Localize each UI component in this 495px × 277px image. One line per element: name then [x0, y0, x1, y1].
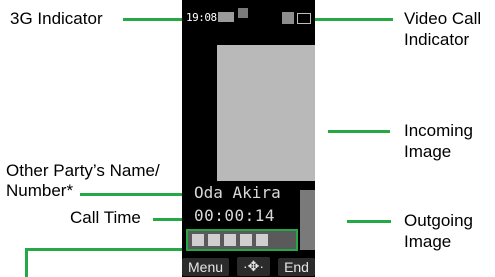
- callout-line-other-party: [80, 193, 190, 196]
- label-call-time: Call Time: [70, 208, 141, 227]
- call-time-readout: 00:00:14: [194, 206, 276, 225]
- outgoing-image: [300, 190, 315, 250]
- icon-e: [256, 234, 268, 246]
- callout-line-icons-horiz: [25, 248, 200, 251]
- label-incoming-2: Image: [404, 142, 452, 161]
- callout-line-incoming: [328, 130, 390, 133]
- icon-c: [224, 234, 236, 246]
- video-call-icon: [282, 12, 294, 24]
- callout-line-outgoing: [347, 220, 391, 223]
- label-incoming: Incoming: [404, 121, 473, 140]
- caller-name: Oda Akira: [194, 183, 281, 202]
- incoming-image: [217, 45, 315, 181]
- 3g-icon: [238, 8, 248, 18]
- label-video-call: Video Call: [404, 9, 482, 28]
- signal-icon: [218, 12, 234, 22]
- label-other-party: Other Party’s Name/: [6, 161, 160, 180]
- softkey-bar: Menu ·✥· End: [182, 256, 315, 277]
- end-softkey[interactable]: End: [278, 257, 315, 276]
- battery-icon: [297, 13, 311, 24]
- label-video-call-2: Indicator: [404, 30, 470, 49]
- icon-d: [240, 234, 252, 246]
- status-icon-strip: [186, 229, 298, 251]
- status-bar: 19:08: [182, 0, 315, 38]
- center-softkey[interactable]: ·✥·: [237, 257, 271, 276]
- callout-line-video-call: [315, 18, 393, 21]
- label-3g-indicator: 3G Indicator: [10, 9, 103, 28]
- phone-screen: 19:08 Oda Akira 00:00:14 Menu ·✥· End: [182, 0, 315, 277]
- icon-b: [208, 234, 220, 246]
- icon-a: [192, 234, 204, 246]
- label-outgoing-2: Image: [404, 232, 452, 251]
- label-outgoing: Outgoing: [404, 211, 473, 230]
- clock: 19:08: [186, 11, 217, 24]
- callout-line-icons-vert: [25, 248, 28, 277]
- menu-softkey[interactable]: Menu: [182, 257, 230, 276]
- label-other-party-2: Number*: [6, 181, 74, 200]
